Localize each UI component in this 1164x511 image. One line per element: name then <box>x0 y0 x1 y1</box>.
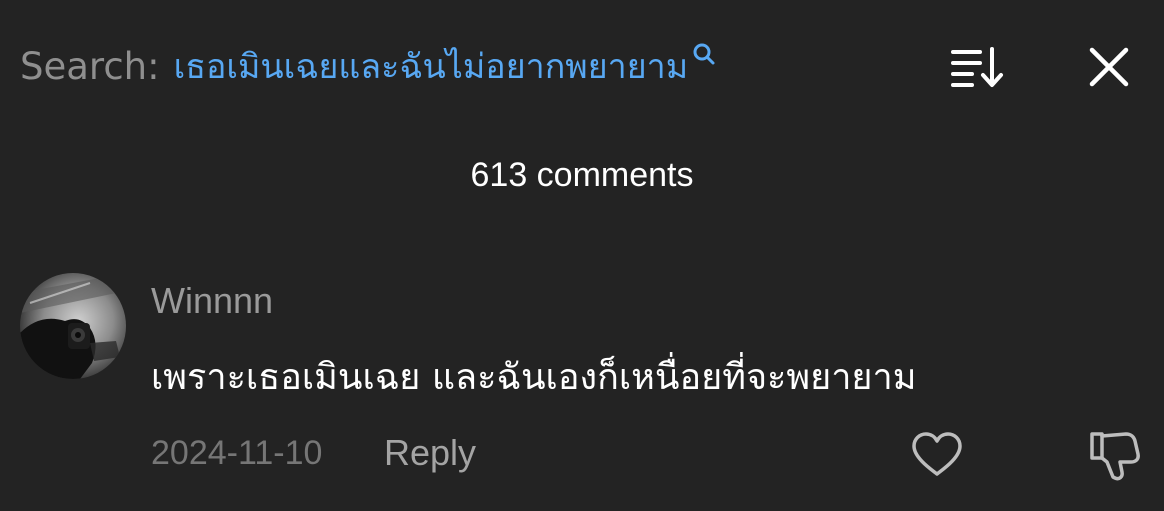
comment-date: 2024-11-10 <box>151 434 323 472</box>
sort-icon <box>950 44 1008 90</box>
like-button[interactable] <box>910 430 964 480</box>
search-label: Search: <box>20 44 160 88</box>
reply-button[interactable]: Reply <box>384 432 476 474</box>
search-icon[interactable] <box>690 40 718 72</box>
sort-button[interactable] <box>950 44 1008 90</box>
close-button[interactable] <box>1086 44 1132 90</box>
thumbs-down-icon <box>1088 428 1142 482</box>
search-bar[interactable]: Search: เธอเมินเฉยและฉันไม่อยากพยายาม <box>20 38 718 94</box>
comment-count: 613 comments <box>470 156 694 194</box>
search-query-link[interactable]: เธอเมินเฉยและฉันไม่อยากพยายาม <box>174 39 689 93</box>
comment-username[interactable]: Winnnn <box>151 280 273 322</box>
dislike-button[interactable] <box>1088 428 1142 482</box>
comment-text: เพราะเธอเมินเฉย และฉันเองก็เหนื่อยที่จะพ… <box>151 357 917 398</box>
close-icon <box>1086 44 1132 90</box>
heart-icon <box>910 430 964 480</box>
avatar[interactable] <box>20 273 126 379</box>
